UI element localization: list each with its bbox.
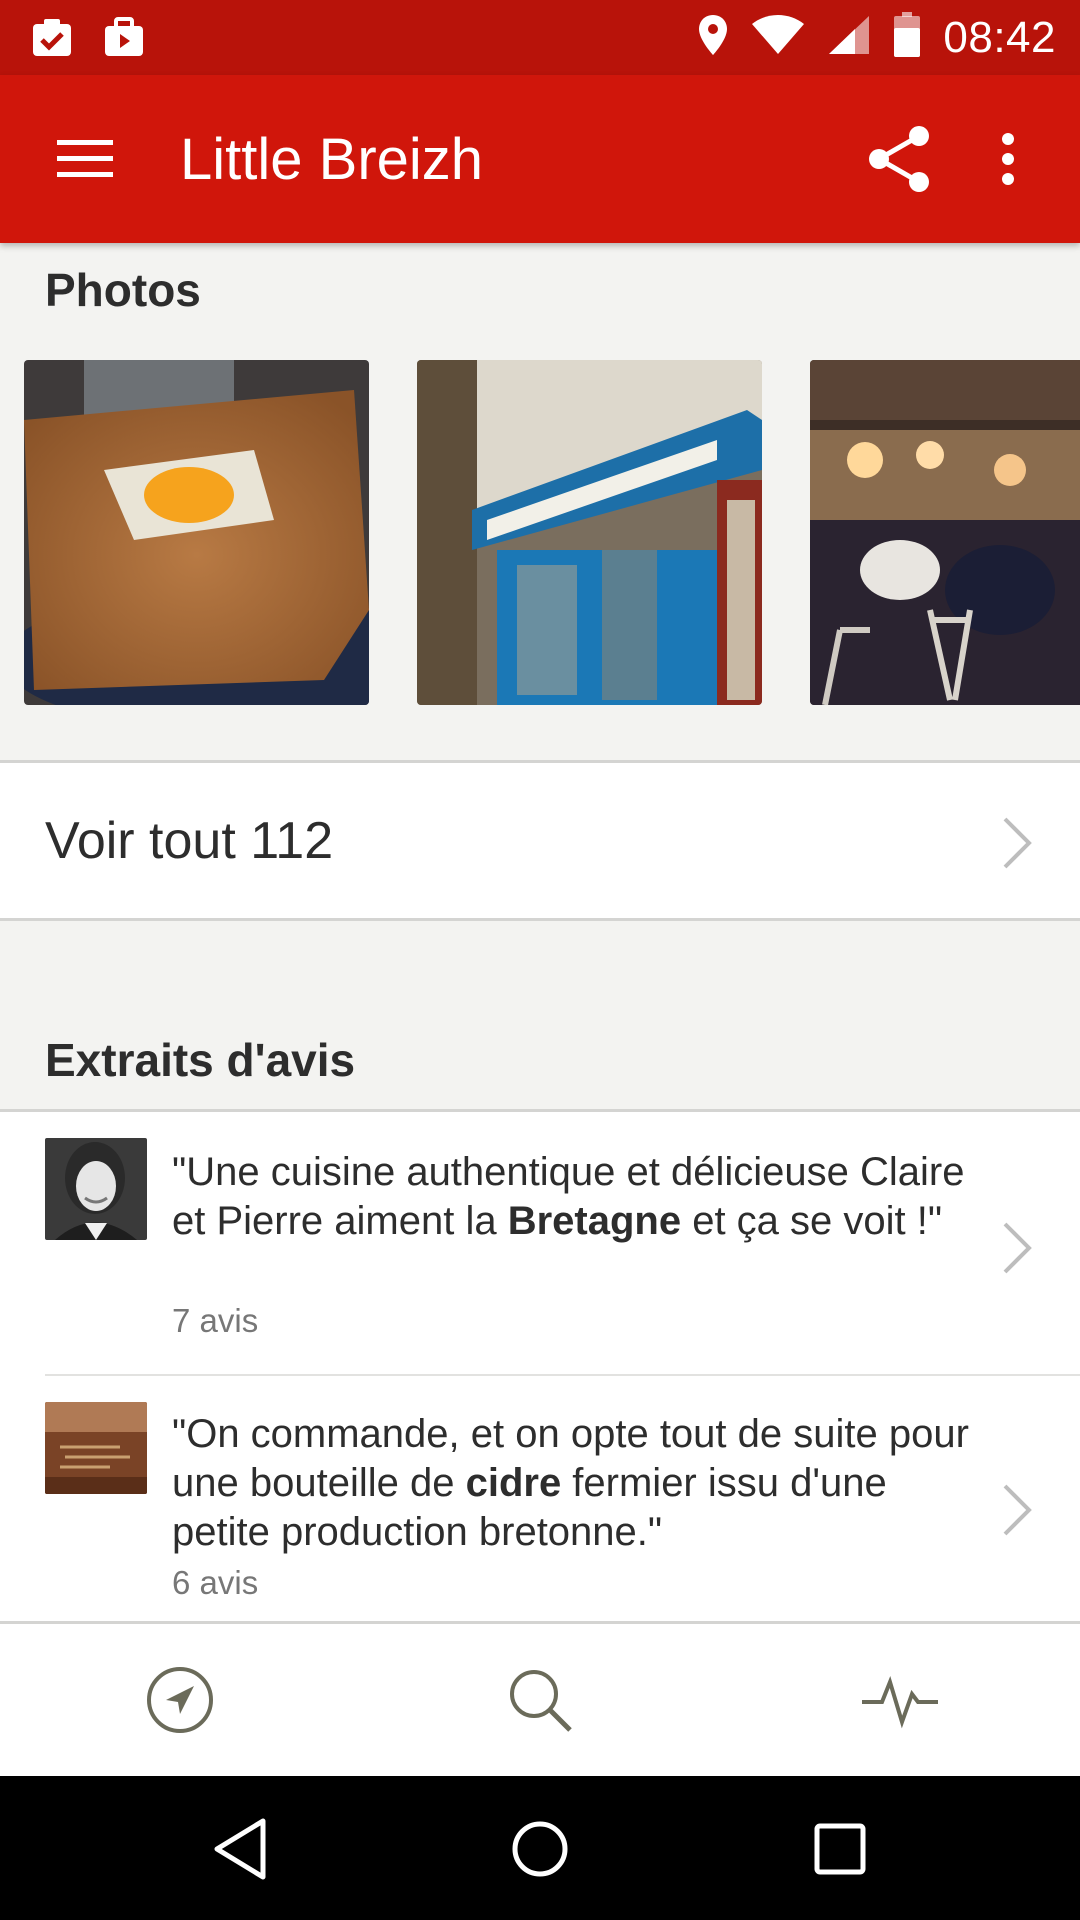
system-navigation-bar: [0, 1776, 1080, 1920]
home-button[interactable]: [495, 1806, 585, 1896]
chevron-right-icon: [1003, 1222, 1032, 1274]
crepe-photo[interactable]: [24, 360, 369, 705]
review-count: 7 avis: [172, 1302, 259, 1339]
review-quote-text-end: et ça se voit !": [681, 1199, 943, 1243]
photos-section-title: Photos: [45, 264, 201, 316]
cell-signal-icon: [827, 14, 871, 61]
home-circle-icon: [510, 1819, 570, 1884]
review-quote-keyword: cidre: [465, 1461, 562, 1505]
page-title: Little Breizh: [180, 127, 484, 192]
share-button[interactable]: [860, 121, 940, 201]
explore-compass-icon: [144, 1664, 216, 1741]
share-icon: [865, 124, 935, 199]
review-quote: "Une cuisine authentique et délicieuse C…: [172, 1148, 972, 1246]
back-triangle-icon: [211, 1817, 271, 1886]
battery-icon: [893, 12, 921, 63]
storefront-photo[interactable]: [417, 360, 762, 705]
wifi-icon: [751, 14, 805, 61]
notification-icons: [30, 16, 146, 63]
review-item[interactable]: "On commande, et on opte tout de suite p…: [0, 1376, 1080, 1621]
review-snippets-list: "Une cuisine authentique et délicieuse C…: [0, 1109, 1080, 1621]
location-pin-icon: [697, 13, 729, 62]
content: Photos Voir tout 112 Extraits d'avis "Un…: [0, 243, 1080, 1621]
more-options-button[interactable]: [980, 121, 1036, 201]
dining-room-photo[interactable]: [810, 360, 1080, 705]
chevron-right-icon: [1003, 1484, 1032, 1536]
see-all-photos-row[interactable]: Voir tout 112: [0, 760, 1080, 921]
nav-explore-button[interactable]: [132, 1654, 228, 1750]
search-icon: [504, 1664, 576, 1741]
status-bar: 08:42: [0, 0, 1080, 75]
review-item[interactable]: "Une cuisine authentique et délicieuse C…: [0, 1112, 1080, 1372]
system-status: 08:42: [697, 0, 1056, 75]
nav-search-button[interactable]: [492, 1654, 588, 1750]
chevron-right-icon: [1003, 817, 1032, 869]
nav-activity-button[interactable]: [852, 1654, 948, 1750]
app-bar: Little Breizh: [0, 75, 1080, 243]
menu-icon: [57, 138, 113, 183]
reviewer-avatar: [45, 1402, 147, 1494]
recents-square-icon: [812, 1821, 868, 1882]
bottom-navigation: [0, 1621, 1080, 1776]
activity-icon: [860, 1664, 940, 1741]
status-time: 08:42: [943, 12, 1056, 62]
recents-button[interactable]: [795, 1806, 885, 1896]
review-count: 6 avis: [172, 1564, 259, 1601]
clipboard-check-icon: [30, 16, 74, 63]
review-quote-keyword: Bretagne: [507, 1199, 682, 1243]
briefcase-play-icon: [102, 16, 146, 63]
reviews-section-title: Extraits d'avis: [45, 1034, 356, 1086]
review-quote: "On commande, et on opte tout de suite p…: [172, 1410, 972, 1557]
back-button[interactable]: [196, 1806, 286, 1896]
see-all-label: Voir tout 112: [45, 812, 334, 870]
more-vert-icon: [1001, 132, 1015, 190]
reviewer-avatar: [45, 1138, 147, 1240]
menu-button[interactable]: [50, 125, 120, 195]
